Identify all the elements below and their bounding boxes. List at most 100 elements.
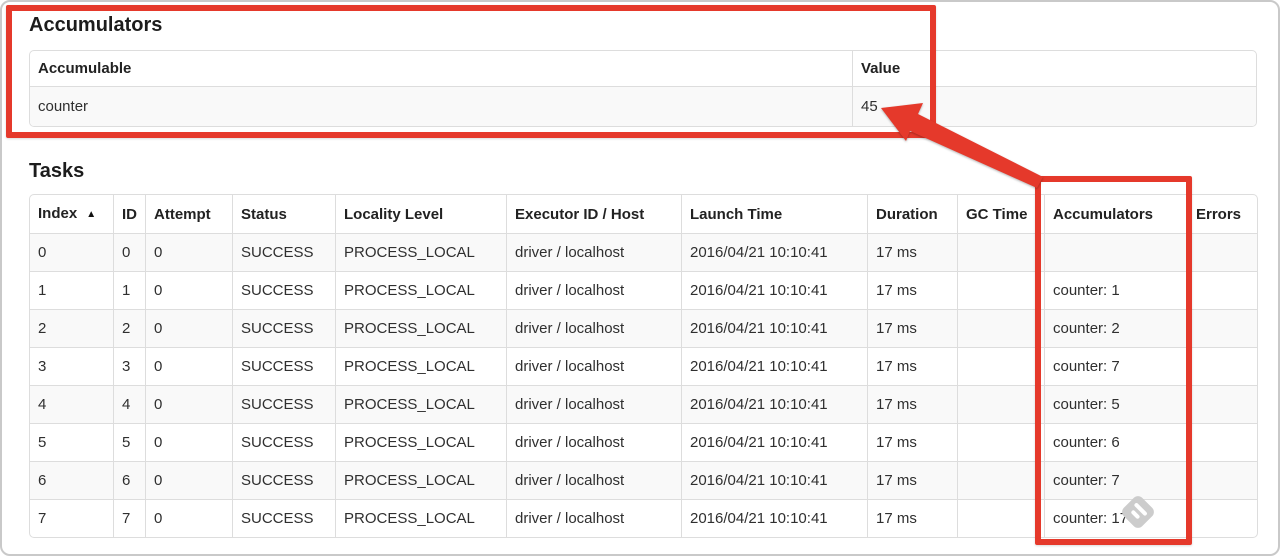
tasks-header-index[interactable]: Index ▲: [30, 195, 113, 233]
cell-attempt: 0: [145, 423, 232, 461]
cell-index: 1: [30, 271, 113, 309]
cell-status: SUCCESS: [232, 461, 335, 499]
accumulator-value-cell: 45: [852, 86, 1256, 126]
cell-executor-id-host: driver / localhost: [506, 347, 681, 385]
cell-executor-id-host: driver / localhost: [506, 499, 681, 537]
tasks-header-gc-time[interactable]: GC Time: [957, 195, 1044, 233]
cell-locality-level: PROCESS_LOCAL: [335, 461, 506, 499]
cell-attempt: 0: [145, 461, 232, 499]
cell-status: SUCCESS: [232, 309, 335, 347]
cell-id: 2: [113, 309, 145, 347]
cell-index: 4: [30, 385, 113, 423]
cell-duration: 17 ms: [867, 271, 957, 309]
cell-accumulators: counter: 7: [1044, 347, 1187, 385]
tasks-header-duration[interactable]: Duration: [867, 195, 957, 233]
cell-attempt: 0: [145, 385, 232, 423]
cell-duration: 17 ms: [867, 499, 957, 537]
tasks-header-row: Index ▲ ID Attempt Status Locality Level …: [30, 195, 1257, 233]
cell-index: 7: [30, 499, 113, 537]
cell-duration: 17 ms: [867, 423, 957, 461]
cell-accumulators: counter: 2: [1044, 309, 1187, 347]
cell-errors: [1187, 233, 1257, 271]
cell-accumulators: [1044, 233, 1187, 271]
cell-duration: 17 ms: [867, 347, 957, 385]
cell-attempt: 0: [145, 347, 232, 385]
cell-index: 5: [30, 423, 113, 461]
tasks-header-id[interactable]: ID: [113, 195, 145, 233]
cell-status: SUCCESS: [232, 233, 335, 271]
page-background: Accumulators Accumulable Value counter 4…: [0, 0, 1280, 556]
task-row: 1 1 0 SUCCESS PROCESS_LOCAL driver / loc…: [30, 271, 1257, 309]
cell-attempt: 0: [145, 499, 232, 537]
cell-errors: [1187, 385, 1257, 423]
task-row: 5 5 0 SUCCESS PROCESS_LOCAL driver / loc…: [30, 423, 1257, 461]
cell-gc-time: [957, 423, 1044, 461]
cell-gc-time: [957, 309, 1044, 347]
cell-id: 3: [113, 347, 145, 385]
cell-id: 5: [113, 423, 145, 461]
cell-errors: [1187, 309, 1257, 347]
cell-status: SUCCESS: [232, 423, 335, 461]
tasks-header-accumulators[interactable]: Accumulators: [1044, 195, 1187, 233]
cell-status: SUCCESS: [232, 271, 335, 309]
cell-errors: [1187, 461, 1257, 499]
cell-launch-time: 2016/04/21 10:10:41: [681, 461, 867, 499]
task-row: 3 3 0 SUCCESS PROCESS_LOCAL driver / loc…: [30, 347, 1257, 385]
cell-id: 4: [113, 385, 145, 423]
value-column-header: Value: [852, 51, 1256, 86]
cell-locality-level: PROCESS_LOCAL: [335, 423, 506, 461]
task-row: 0 0 0 SUCCESS PROCESS_LOCAL driver / loc…: [30, 233, 1257, 271]
tasks-header-launch-time[interactable]: Launch Time: [681, 195, 867, 233]
cell-attempt: 0: [145, 271, 232, 309]
cell-locality-level: PROCESS_LOCAL: [335, 347, 506, 385]
accumulable-name-cell: counter: [30, 86, 852, 126]
accumulators-section-title: Accumulators: [29, 14, 163, 36]
cell-id: 0: [113, 233, 145, 271]
cell-executor-id-host: driver / localhost: [506, 271, 681, 309]
cell-accumulators: counter: 5: [1044, 385, 1187, 423]
cell-status: SUCCESS: [232, 347, 335, 385]
task-row: 2 2 0 SUCCESS PROCESS_LOCAL driver / loc…: [30, 309, 1257, 347]
task-row: 6 6 0 SUCCESS PROCESS_LOCAL driver / loc…: [30, 461, 1257, 499]
cell-executor-id-host: driver / localhost: [506, 233, 681, 271]
tasks-header-status[interactable]: Status: [232, 195, 335, 233]
cell-errors: [1187, 347, 1257, 385]
cell-duration: 17 ms: [867, 309, 957, 347]
cell-locality-level: PROCESS_LOCAL: [335, 385, 506, 423]
cell-executor-id-host: driver / localhost: [506, 309, 681, 347]
cell-index: 6: [30, 461, 113, 499]
tasks-header-errors[interactable]: Errors: [1187, 195, 1257, 233]
cell-gc-time: [957, 233, 1044, 271]
accumulators-table: Accumulable Value counter 45: [29, 50, 1257, 127]
cell-launch-time: 2016/04/21 10:10:41: [681, 385, 867, 423]
cell-id: 1: [113, 271, 145, 309]
cell-status: SUCCESS: [232, 499, 335, 537]
tasks-table: Index ▲ ID Attempt Status Locality Level …: [29, 194, 1258, 538]
accumulators-header-row: Accumulable Value: [30, 51, 1256, 86]
cell-status: SUCCESS: [232, 385, 335, 423]
cell-executor-id-host: driver / localhost: [506, 385, 681, 423]
task-row: 4 4 0 SUCCESS PROCESS_LOCAL driver / loc…: [30, 385, 1257, 423]
tasks-header-executor-id-host[interactable]: Executor ID / Host: [506, 195, 681, 233]
cell-gc-time: [957, 271, 1044, 309]
cell-duration: 17 ms: [867, 233, 957, 271]
cell-accumulators: counter: 1: [1044, 271, 1187, 309]
cell-launch-time: 2016/04/21 10:10:41: [681, 423, 867, 461]
cell-gc-time: [957, 347, 1044, 385]
cell-launch-time: 2016/04/21 10:10:41: [681, 271, 867, 309]
cell-id: 7: [113, 499, 145, 537]
cell-locality-level: PROCESS_LOCAL: [335, 271, 506, 309]
cell-gc-time: [957, 461, 1044, 499]
cell-index: 2: [30, 309, 113, 347]
cell-locality-level: PROCESS_LOCAL: [335, 233, 506, 271]
cell-executor-id-host: driver / localhost: [506, 423, 681, 461]
cell-launch-time: 2016/04/21 10:10:41: [681, 499, 867, 537]
tasks-header-locality-level[interactable]: Locality Level: [335, 195, 506, 233]
tasks-header-attempt[interactable]: Attempt: [145, 195, 232, 233]
task-row: 7 7 0 SUCCESS PROCESS_LOCAL driver / loc…: [30, 499, 1257, 537]
cell-accumulators: counter: 6: [1044, 423, 1187, 461]
cell-id: 6: [113, 461, 145, 499]
cell-index: 3: [30, 347, 113, 385]
cell-errors: [1187, 271, 1257, 309]
accumulator-row: counter 45: [30, 86, 1256, 126]
